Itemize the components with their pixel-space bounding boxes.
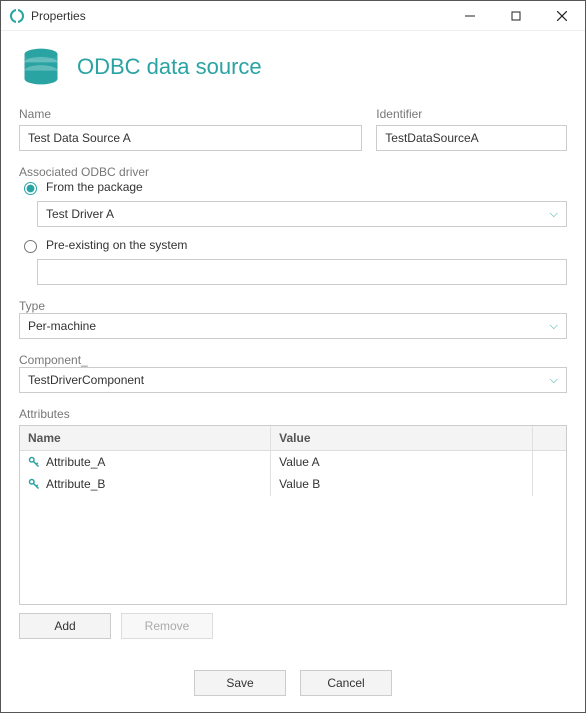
attr-name-cell: Attribute_A [20,451,271,474]
footer-buttons: Save Cancel [19,660,567,702]
preexisting-label: Pre-existing on the system [46,238,187,252]
table-buttons: Add Remove [19,613,567,639]
type-label: Type [19,299,45,313]
table-header: Name Value [20,426,566,451]
window-title: Properties [31,9,447,23]
attr-value-cell: Value B [271,472,533,496]
package-driver-value: Test Driver A [46,207,114,221]
col-name-header[interactable]: Name [20,426,271,450]
page-title: ODBC data source [77,54,262,80]
titlebar: Properties [1,1,585,31]
chevron-down-icon: ⌵ [550,374,558,387]
component-group: Component_ TestDriverComponent ⌵ [19,353,567,393]
component-value: TestDriverComponent [28,373,144,387]
preexisting-radio-row: Pre-existing on the system [19,237,567,253]
component-label: Component_ [19,353,88,367]
from-package-radio-row: From the package [19,179,567,195]
cancel-button[interactable]: Cancel [300,670,392,696]
component-select[interactable]: TestDriverComponent ⌵ [19,367,567,393]
attr-name: Attribute_A [46,455,105,469]
driver-group: Associated ODBC driver From the package … [19,165,567,285]
key-icon [28,478,40,490]
attr-value-cell: Value A [271,451,533,474]
add-button[interactable]: Add [19,613,111,639]
name-id-row: Name Identifier [19,107,567,151]
maximize-button[interactable] [493,1,539,31]
name-label: Name [19,107,362,121]
table-row[interactable]: Attribute_A Value A [20,451,566,473]
col-spacer [533,426,566,450]
close-button[interactable] [539,1,585,31]
save-button[interactable]: Save [194,670,286,696]
driver-group-label: Associated ODBC driver [19,165,149,179]
type-value: Per-machine [28,319,96,333]
attributes-group: Attributes Name Value Attribute_A Value A… [19,407,567,654]
remove-button[interactable]: Remove [121,613,213,639]
content-area: ODBC data source Name Identifier Associa… [1,31,585,712]
chevron-down-icon: ⌵ [550,320,558,333]
preexisting-driver-wrap [37,259,567,285]
preexisting-radio[interactable] [24,240,37,253]
database-icon [19,45,63,89]
table-row[interactable]: Attribute_B Value B [20,473,566,495]
attributes-label: Attributes [19,407,567,421]
package-driver-select[interactable]: Test Driver A ⌵ [37,201,567,227]
properties-window: Properties [0,0,586,713]
attr-name: Attribute_B [46,477,105,491]
type-select[interactable]: Per-machine ⌵ [19,313,567,339]
package-driver-wrap: Test Driver A ⌵ [37,201,567,227]
identifier-input[interactable] [376,125,567,151]
page-header: ODBC data source [19,45,567,89]
attr-name-cell: Attribute_B [20,472,271,496]
attributes-table: Name Value Attribute_AValue AAttribute_B… [19,425,567,605]
chevron-down-icon: ⌵ [550,208,558,221]
type-group: Type Per-machine ⌵ [19,299,567,339]
from-package-label: From the package [46,180,143,194]
name-input[interactable] [19,125,362,151]
col-value-header[interactable]: Value [271,426,533,450]
table-body: Attribute_A Value A Attribute_B Value B [20,451,566,604]
key-icon [28,456,40,468]
window-controls [447,1,585,31]
identifier-label: Identifier [376,107,567,121]
app-icon [9,8,25,24]
minimize-button[interactable] [447,1,493,31]
preexisting-driver-input [37,259,567,285]
from-package-radio[interactable] [24,182,37,195]
